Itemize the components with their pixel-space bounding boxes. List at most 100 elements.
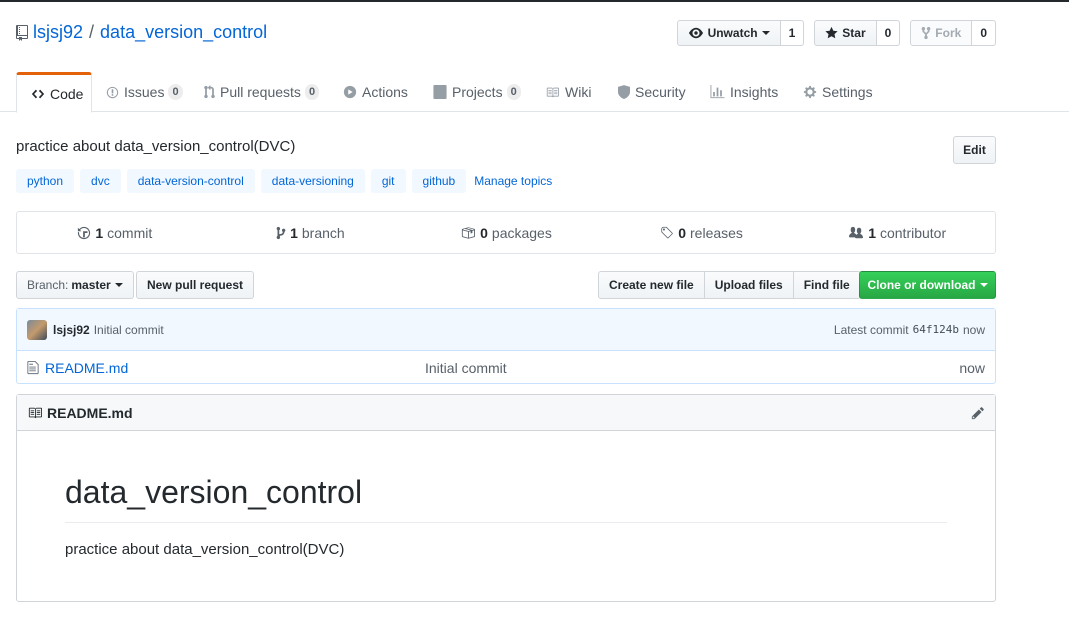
readme-content: data_version_control practice about data… xyxy=(17,431,995,558)
releases-link[interactable]: 0 releases xyxy=(604,212,800,253)
commit-age: now xyxy=(962,322,985,337)
star-button[interactable]: Star xyxy=(814,20,877,46)
star-group: Star 0 xyxy=(814,20,901,46)
commits-label: commit xyxy=(107,224,153,241)
fork-button[interactable]: Fork xyxy=(910,20,973,46)
star-label: Star xyxy=(842,26,866,40)
fork-label: Fork xyxy=(935,26,962,40)
tab-label: Projects xyxy=(452,84,503,100)
find-file-button[interactable]: Find file xyxy=(793,271,861,299)
readme-text: practice about data_version_control(DVC) xyxy=(65,541,345,559)
topic-tag[interactable]: data-versioning xyxy=(260,169,365,193)
branch-icon xyxy=(276,226,286,240)
topics-list: python dvc data-version-control data-ver… xyxy=(16,169,552,193)
file-commit-message-link[interactable]: Initial commit xyxy=(425,360,507,376)
repo-nav-tabs: Code Issues 0 Pull requests 0 Actions Pr… xyxy=(0,70,1069,113)
packages-link[interactable]: 0 packages xyxy=(408,212,604,253)
commit-author-link[interactable]: lsjsj92 xyxy=(53,323,90,337)
commits-count: 1 xyxy=(95,224,104,241)
fork-count[interactable]: 0 xyxy=(972,20,996,46)
commit-sha-link[interactable]: 64f124b xyxy=(913,323,959,336)
branches-link[interactable]: 1 branch xyxy=(213,212,409,253)
clone-or-download-button[interactable]: Clone or download xyxy=(859,271,996,299)
packages-label: packages xyxy=(491,224,552,241)
pull-request-icon xyxy=(204,85,215,99)
tab-issues[interactable]: Issues 0 xyxy=(92,72,197,112)
commit-message-link[interactable]: Initial commit xyxy=(94,323,164,337)
clone-label: Clone or download xyxy=(867,278,976,292)
topic-tag[interactable]: data-version-control xyxy=(126,169,255,193)
tab-label: Code xyxy=(50,85,84,102)
book-icon xyxy=(27,406,43,420)
latest-commit-info: Latest commit 64f124b now xyxy=(834,323,985,337)
branches-count: 1 xyxy=(290,224,298,241)
tab-projects[interactable]: Projects 0 xyxy=(419,72,535,112)
branch-label: Branch: xyxy=(27,278,69,292)
tab-label: Pull requests xyxy=(220,84,301,100)
tab-pull-requests[interactable]: Pull requests 0 xyxy=(190,72,333,112)
contributors-link[interactable]: 1 contributor xyxy=(799,212,995,253)
tab-security[interactable]: Security xyxy=(604,72,700,112)
topic-tag[interactable]: python xyxy=(16,169,75,193)
file-age: now xyxy=(959,359,985,376)
numbers-summary: 1 commit 1 branch 0 packages 0 releases … xyxy=(16,211,996,254)
tag-icon xyxy=(660,226,674,240)
project-icon xyxy=(433,85,447,99)
releases-count: 0 xyxy=(678,224,687,241)
tab-insights[interactable]: Insights xyxy=(696,72,792,112)
watch-group: Unwatch 1 xyxy=(676,20,805,46)
graph-icon xyxy=(710,85,725,99)
watch-count[interactable]: 1 xyxy=(780,20,805,46)
readme-filename: README.md xyxy=(47,404,133,421)
upload-files-button[interactable]: Upload files xyxy=(704,271,794,299)
pull-requests-counter: 0 xyxy=(304,84,320,100)
tab-label: Security xyxy=(635,84,686,100)
file-icon xyxy=(27,360,39,375)
file-name-link[interactable]: README.md xyxy=(45,360,425,376)
contributors-label: contributor xyxy=(879,224,947,241)
repo-name-link[interactable]: data_version_control xyxy=(100,22,267,43)
topic-tag[interactable]: git xyxy=(370,169,406,193)
tab-label: Insights xyxy=(730,84,779,100)
tab-actions[interactable]: Actions xyxy=(329,72,422,112)
readme-box: README.md data_version_control practice … xyxy=(16,394,996,602)
people-icon xyxy=(848,226,864,240)
tab-settings[interactable]: Settings xyxy=(789,72,887,112)
repo-owner-link[interactable]: lsjsj92 xyxy=(33,22,83,43)
book-icon xyxy=(545,86,560,99)
eye-icon xyxy=(688,26,704,40)
topic-tag[interactable]: github xyxy=(411,169,467,193)
repo-social-actions: Unwatch 1 Star 0 Fork 0 xyxy=(667,20,996,46)
gear-icon xyxy=(803,85,817,99)
unwatch-label: Unwatch xyxy=(707,26,758,40)
table-row: README.md Initial commit now xyxy=(17,351,995,384)
unwatch-button[interactable]: Unwatch xyxy=(676,20,781,46)
avatar[interactable] xyxy=(27,319,47,340)
projects-counter: 0 xyxy=(506,84,521,100)
latest-commit-label: Latest commit xyxy=(833,322,909,337)
issue-icon xyxy=(106,86,119,99)
commits-link[interactable]: 1 commit xyxy=(17,212,213,253)
tab-label: Settings xyxy=(822,84,873,100)
create-new-file-button[interactable]: Create new file xyxy=(598,271,705,299)
star-icon xyxy=(825,26,838,40)
package-icon xyxy=(460,226,476,240)
new-pull-request-button[interactable]: New pull request xyxy=(136,271,255,299)
tab-label: Actions xyxy=(362,84,408,100)
pencil-icon[interactable] xyxy=(971,406,985,420)
branch-select-button[interactable]: Branch: master xyxy=(16,271,134,299)
edit-description-button[interactable]: Edit xyxy=(953,136,996,164)
readme-title: data_version_control xyxy=(65,473,947,524)
file-list-box: lsjsj92 Initial commit Latest commit 64f… xyxy=(16,308,996,384)
manage-topics-link[interactable]: Manage topics xyxy=(474,174,552,188)
star-count[interactable]: 0 xyxy=(876,20,901,46)
tab-wiki[interactable]: Wiki xyxy=(531,72,605,112)
history-icon xyxy=(77,226,91,240)
branches-label: branch xyxy=(301,224,345,241)
tab-code[interactable]: Code xyxy=(16,72,92,113)
topic-tag[interactable]: dvc xyxy=(80,169,121,193)
repo-description: practice about data_version_control(DVC) xyxy=(16,138,296,155)
repo-path-separator: / xyxy=(89,22,95,42)
releases-label: releases xyxy=(690,224,743,241)
packages-count: 0 xyxy=(480,224,488,241)
